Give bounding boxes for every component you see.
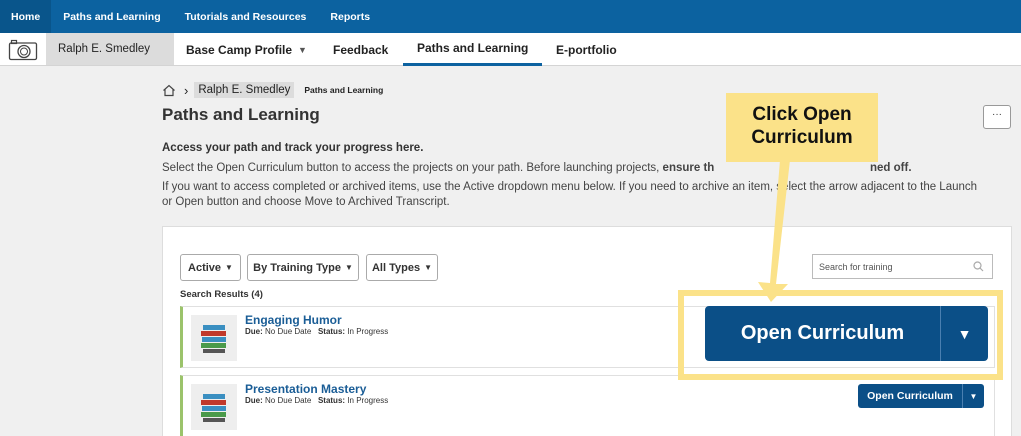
training-title[interactable]: Presentation Mastery — [245, 382, 366, 396]
page-title: Paths and Learning — [162, 105, 320, 124]
intro-text-1c: ned off. — [870, 162, 912, 174]
open-curriculum-label: Open Curriculum — [740, 322, 905, 344]
due-value: No Due Date — [265, 327, 312, 336]
books-icon — [191, 384, 237, 430]
chevron-right-icon: › — [184, 82, 189, 98]
intro-text-line-2: If you want to access completed or archi… — [162, 181, 978, 193]
breadcrumb: › Ralph E. Smedley Paths and Learning — [162, 82, 383, 98]
caret-down-icon: ▼ — [225, 263, 233, 272]
all-types-label: All Types — [371, 261, 421, 274]
open-curriculum-button[interactable]: Open Curriculum ▼ — [858, 384, 984, 408]
due-label: Due: — [245, 396, 263, 405]
search-placeholder: Search for training — [819, 261, 893, 272]
search-icon — [973, 261, 984, 272]
due-label: Due: — [245, 327, 263, 336]
breadcrumb-current: Paths and Learning — [304, 85, 384, 95]
profile-bar: Ralph E. Smedley Base Camp Profile ▼ Fee… — [0, 33, 1021, 66]
home-icon[interactable] — [162, 84, 176, 97]
nav-paths-and-learning[interactable]: Paths and Learning — [51, 0, 172, 33]
books-icon — [191, 315, 237, 361]
caret-down-icon[interactable]: ▼ — [941, 326, 988, 342]
nav-home[interactable]: Home — [0, 0, 52, 33]
nav-tutorials-and-resources[interactable]: Tutorials and Resources — [173, 0, 319, 33]
intro-text-line-1: Select the Open Curriculum button to acc… — [162, 162, 912, 174]
training-meta: Due: No Due Date Status: In Progress — [245, 396, 388, 405]
caret-down-icon: ▼ — [344, 263, 353, 272]
caret-down-icon: ▼ — [424, 263, 432, 272]
breadcrumb-user[interactable]: Ralph E. Smedley — [194, 82, 295, 98]
training-type-dropdown[interactable]: By Training Type ▼ — [247, 254, 359, 281]
training-title[interactable]: Engaging Humor — [245, 313, 342, 327]
status-value: In Progress — [347, 327, 389, 336]
tab-base-camp-profile[interactable]: Base Camp Profile ▼ — [186, 33, 307, 66]
tab-label: Base Camp Profile — [186, 42, 293, 57]
caret-down-icon: ▼ — [298, 44, 307, 55]
search-results-count: Search Results (4) — [180, 289, 263, 300]
status-filter-dropdown[interactable]: Active ▼ — [180, 254, 241, 281]
training-type-label: By Training Type — [253, 261, 341, 274]
training-meta: Due: No Due Date Status: In Progress — [245, 327, 388, 336]
status-filter-label: Active — [188, 261, 222, 274]
intro-text-1b: ensure th — [662, 162, 715, 174]
due-value: No Due Date — [265, 396, 312, 405]
caret-down-icon[interactable]: ▼ — [963, 392, 984, 401]
status-value: In Progress — [347, 396, 389, 405]
nav-reports[interactable]: Reports — [318, 0, 382, 33]
open-curriculum-label: Open Curriculum — [867, 390, 953, 402]
user-name-chip[interactable]: Ralph E. Smedley — [46, 33, 174, 65]
instruction-callout: Click Open Curriculum — [726, 93, 878, 162]
top-navigation: Home Paths and Learning Tutorials and Re… — [0, 0, 1021, 33]
tab-feedback[interactable]: Feedback — [333, 33, 388, 66]
search-input[interactable]: Search for training — [812, 254, 993, 279]
callout-line-1: Click Open — [752, 104, 852, 125]
intro-text-1a: Select the Open Curriculum button to acc… — [162, 162, 660, 174]
status-label: Status: — [317, 327, 346, 336]
camera-icon[interactable] — [8, 39, 38, 61]
all-types-dropdown[interactable]: All Types ▼ — [366, 254, 438, 281]
callout-line-2: Curriculum — [751, 127, 853, 148]
tab-paths-and-learning[interactable]: Paths and Learning — [403, 33, 543, 66]
more-options-button[interactable]: ··· — [983, 105, 1011, 129]
open-curriculum-button-magnified[interactable]: Open Curriculum ▼ — [705, 306, 988, 361]
intro-heading: Access your path and track your progress… — [162, 142, 424, 154]
tab-e-portfolio[interactable]: E-portfolio — [556, 33, 617, 66]
status-label: Status: — [317, 396, 346, 405]
intro-text-line-3: or Open button and choose Move to Archiv… — [162, 196, 450, 208]
